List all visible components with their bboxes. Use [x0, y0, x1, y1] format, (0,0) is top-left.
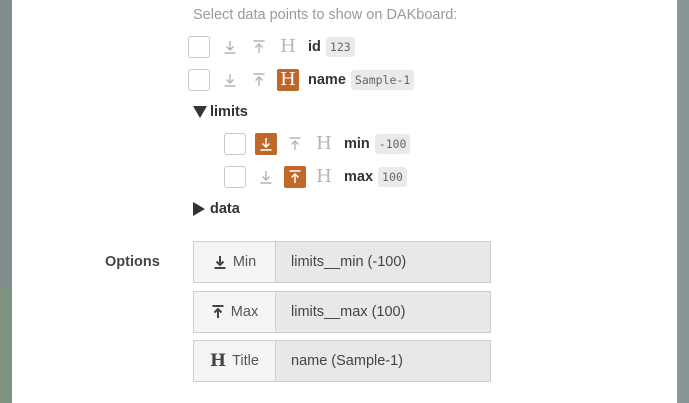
arrow-down-to-line-icon	[224, 74, 236, 87]
backdrop	[677, 0, 689, 403]
field-row-max: H max 100	[224, 164, 407, 190]
set-max-button[interactable]	[248, 36, 270, 58]
field-checkbox[interactable]	[188, 69, 210, 91]
heading-h-icon: H	[210, 351, 227, 371]
option-button-label: Title	[232, 353, 259, 369]
option-button-label: Max	[230, 304, 259, 320]
field-name: max	[344, 169, 374, 185]
arrow-up-from-line-icon	[289, 170, 301, 183]
arrow-down-to-line-icon	[224, 41, 236, 54]
arrow-up-from-line-icon	[253, 73, 265, 86]
set-max-button[interactable]	[284, 166, 306, 188]
group-toggle-limits[interactable]: limits	[193, 104, 248, 120]
caret-right-icon	[193, 202, 205, 216]
option-max-button[interactable]: Max	[193, 291, 276, 333]
field-name: id	[308, 39, 321, 55]
heading-h-icon: H	[316, 166, 332, 187]
arrow-down-to-line-icon	[260, 171, 272, 184]
option-min-button[interactable]: Min	[193, 241, 276, 283]
instruction-text: Select data points to show on DAKboard:	[193, 7, 458, 23]
field-checkbox[interactable]	[188, 36, 210, 58]
heading-h-icon: H	[316, 133, 332, 154]
heading-h-icon: H	[280, 36, 296, 57]
set-title-button[interactable]: H	[313, 166, 335, 188]
option-title-button[interactable]: H Title	[193, 340, 276, 382]
set-min-button[interactable]	[255, 133, 277, 155]
field-checkbox[interactable]	[224, 166, 246, 188]
field-checkbox[interactable]	[224, 133, 246, 155]
set-max-button[interactable]	[284, 133, 306, 155]
arrow-down-to-line-icon	[214, 256, 226, 269]
field-name: min	[344, 136, 370, 152]
group-label: limits	[210, 104, 248, 120]
option-min-value: limits__min (-100)	[276, 241, 491, 283]
field-row-id: H id 123	[188, 34, 355, 60]
option-max-value: limits__max (100)	[276, 291, 491, 333]
caret-down-icon	[193, 106, 207, 118]
set-max-button[interactable]	[248, 69, 270, 91]
arrow-down-to-line-icon	[260, 138, 272, 151]
options-label: Options	[105, 254, 160, 270]
field-row-min: H min -100	[224, 131, 411, 157]
option-title-value: name (Sample-1)	[276, 340, 491, 382]
arrow-up-from-line-icon	[253, 40, 265, 53]
option-button-label: Min	[232, 254, 257, 270]
field-value-badge: -100	[374, 134, 411, 154]
field-value-badge: 123	[325, 37, 355, 57]
field-row-name: H name Sample-1	[188, 67, 415, 93]
arrow-up-from-line-icon	[289, 137, 301, 150]
set-min-button[interactable]	[219, 69, 241, 91]
option-title: H Title name (Sample-1)	[193, 340, 491, 382]
set-title-button[interactable]: H	[277, 69, 299, 91]
field-name: name	[308, 72, 346, 88]
backdrop	[0, 290, 12, 403]
group-label: data	[210, 201, 240, 217]
option-min: Min limits__min (-100)	[193, 241, 491, 283]
option-max: Max limits__max (100)	[193, 291, 491, 333]
group-toggle-data[interactable]: data	[193, 201, 240, 217]
set-min-button[interactable]	[219, 36, 241, 58]
set-title-button[interactable]: H	[313, 133, 335, 155]
field-value-badge: Sample-1	[350, 70, 415, 90]
backdrop	[0, 0, 12, 290]
set-title-button[interactable]: H	[277, 36, 299, 58]
field-value-badge: 100	[378, 167, 407, 187]
arrow-up-from-line-icon	[212, 305, 224, 318]
set-min-button[interactable]	[255, 166, 277, 188]
heading-h-icon: H	[280, 69, 296, 90]
